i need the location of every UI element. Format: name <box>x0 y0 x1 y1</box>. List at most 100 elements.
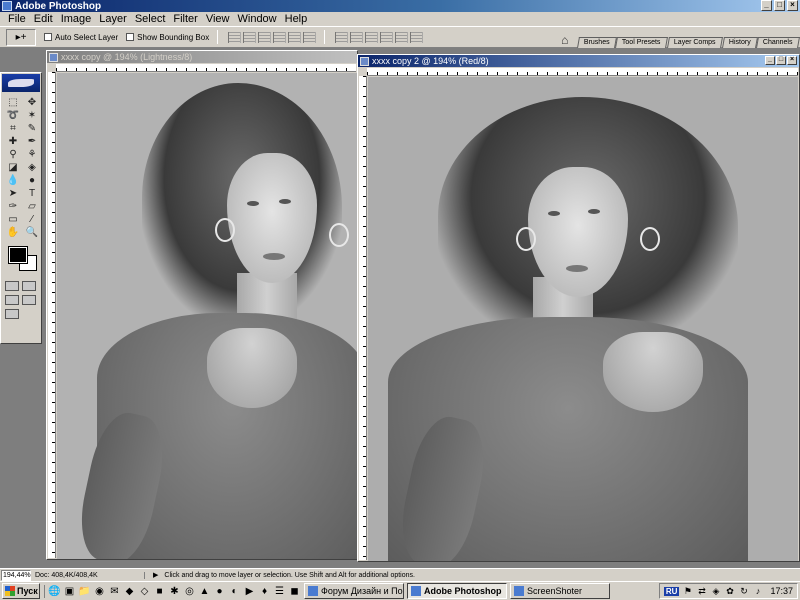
doc-maximize-button[interactable]: □ <box>776 56 786 65</box>
horizontal-ruler[interactable] <box>367 68 798 76</box>
tab-history[interactable]: History <box>721 37 758 48</box>
paint-bucket-tool-icon[interactable]: ◈ <box>24 162 40 174</box>
image-canvas[interactable] <box>57 73 357 559</box>
task-screenshoter[interactable]: ScreenShoter <box>510 583 610 599</box>
menu-select[interactable]: Select <box>131 13 170 25</box>
menu-view[interactable]: View <box>202 13 234 25</box>
path-selection-tool-icon[interactable]: ➤ <box>5 188 21 200</box>
app-icon[interactable]: ▲ <box>198 585 211 598</box>
document-window-lightness[interactable]: xxxx copy @ 194% (Lightness/8) <box>46 50 358 560</box>
tab-channels[interactable]: Channels <box>756 37 800 48</box>
move-tool-icon[interactable]: ✥ <box>24 97 40 109</box>
app-icon[interactable]: ■ <box>153 585 166 598</box>
foreground-color-swatch[interactable] <box>8 246 28 264</box>
distribute-right-icon[interactable] <box>410 31 424 43</box>
align-hcenter-icon[interactable] <box>288 31 302 43</box>
crop-tool-icon[interactable]: ⌗ <box>5 123 21 135</box>
file-browser-icon[interactable]: ⌂ <box>556 33 574 48</box>
restore-button[interactable]: □ <box>774 0 785 11</box>
distribute-hcenter-icon[interactable] <box>395 31 409 43</box>
browser-icon[interactable]: 🌐 <box>48 585 61 598</box>
magic-wand-tool-icon[interactable]: ✶ <box>24 110 40 122</box>
distribute-left-icon[interactable] <box>380 31 394 43</box>
app-icon[interactable]: ◼ <box>288 585 301 598</box>
align-vcenter-icon[interactable] <box>243 31 257 43</box>
history-brush-tool-icon[interactable]: ⚘ <box>24 149 40 161</box>
tab-brushes[interactable]: Brushes <box>576 37 617 48</box>
align-left-icon[interactable] <box>273 31 287 43</box>
minimize-button[interactable]: _ <box>761 0 772 11</box>
app-icon[interactable]: ☰ <box>273 585 286 598</box>
distribute-bottom-icon[interactable] <box>365 31 379 43</box>
app-icon[interactable]: ◆ <box>123 585 136 598</box>
photoshop-feather-icon[interactable] <box>2 74 40 92</box>
vertical-ruler[interactable] <box>359 76 367 560</box>
pen-tool-icon[interactable]: ✑ <box>5 201 21 213</box>
menu-window[interactable]: Window <box>234 13 281 25</box>
update-icon[interactable]: ↻ <box>738 586 749 597</box>
menu-file[interactable]: File <box>4 13 30 25</box>
messenger-icon[interactable]: ✿ <box>724 586 735 597</box>
menu-layer[interactable]: Layer <box>95 13 131 25</box>
shape-tool-icon[interactable]: ▱ <box>24 201 40 213</box>
brush-tool-icon[interactable]: ✒ <box>24 136 40 148</box>
align-right-icon[interactable] <box>303 31 317 43</box>
tab-tool-presets[interactable]: Tool Presets <box>615 37 668 48</box>
show-bounding-box-checkbox[interactable]: Show Bounding Box <box>126 33 209 42</box>
volume-icon[interactable]: ♪ <box>752 586 763 597</box>
align-bottom-icon[interactable] <box>258 31 272 43</box>
app-icon[interactable]: ◐ <box>228 585 241 598</box>
zoom-level-field[interactable]: 194,44% <box>1 569 31 581</box>
hand-tool-icon[interactable]: ✋ <box>5 227 21 239</box>
standard-mode-button[interactable] <box>5 281 19 291</box>
desktop-icon[interactable]: ▣ <box>63 585 76 598</box>
jump-to-imageready-button[interactable] <box>5 309 19 319</box>
doc-minimize-button[interactable]: _ <box>765 56 775 65</box>
align-top-icon[interactable] <box>228 31 242 43</box>
doc-close-button[interactable]: × <box>787 56 797 65</box>
notes-tool-icon[interactable]: ▭ <box>5 214 21 226</box>
auto-select-layer-checkbox[interactable]: Auto Select Layer <box>44 33 118 42</box>
antivirus-icon[interactable]: ◈ <box>710 586 721 597</box>
tool-preset-picker[interactable]: ▸+ <box>6 28 36 46</box>
marquee-tool-icon[interactable]: ⬚ <box>5 97 21 109</box>
distribute-top-icon[interactable] <box>335 31 349 43</box>
slice-tool-icon[interactable]: ✎ <box>24 123 40 135</box>
task-forum[interactable]: Форум Дизайн и По... <box>304 583 404 599</box>
task-photoshop[interactable]: Adobe Photoshop <box>407 583 507 599</box>
image-canvas[interactable] <box>368 77 798 561</box>
menu-filter[interactable]: Filter <box>169 13 201 25</box>
menu-help[interactable]: Help <box>281 13 312 25</box>
tab-layer-comps[interactable]: Layer Comps <box>667 37 723 48</box>
folder-icon[interactable]: 📁 <box>78 585 91 598</box>
close-button[interactable]: × <box>787 0 798 11</box>
distribute-vcenter-icon[interactable] <box>350 31 364 43</box>
checkbox-box[interactable] <box>44 33 52 41</box>
lasso-tool-icon[interactable]: ➰ <box>5 110 21 122</box>
app-icon[interactable]: ▶ <box>243 585 256 598</box>
document-title-bar[interactable]: xxxx copy 2 @ 194% (Red/8) _ □ × <box>358 55 799 67</box>
dodge-tool-icon[interactable]: ● <box>24 175 40 187</box>
menu-image[interactable]: Image <box>57 13 96 25</box>
language-indicator[interactable]: RU <box>663 586 680 596</box>
network-icon[interactable]: ⇄ <box>696 586 707 597</box>
start-button[interactable]: Пуск <box>2 583 40 599</box>
healing-brush-tool-icon[interactable]: ✚ <box>5 136 21 148</box>
flag-icon[interactable]: ⚑ <box>682 586 693 597</box>
blur-tool-icon[interactable]: 💧 <box>5 175 21 187</box>
app-icon[interactable]: ♦ <box>258 585 271 598</box>
horizontal-ruler[interactable] <box>56 64 356 72</box>
mail-icon[interactable]: ✉ <box>108 585 121 598</box>
screen-mode-standard-button[interactable] <box>5 295 19 305</box>
type-tool-icon[interactable]: T <box>24 188 40 200</box>
app-icon[interactable]: ◇ <box>138 585 151 598</box>
clock[interactable]: 17:37 <box>770 586 793 596</box>
checkbox-box[interactable] <box>126 33 135 41</box>
eraser-tool-icon[interactable]: ◪ <box>5 162 21 174</box>
menu-edit[interactable]: Edit <box>30 13 57 25</box>
screen-mode-full-button[interactable] <box>22 295 36 305</box>
media-icon[interactable]: ◉ <box>93 585 106 598</box>
quick-mask-button[interactable] <box>22 281 36 291</box>
app-icon[interactable]: ✱ <box>168 585 181 598</box>
vertical-ruler[interactable] <box>48 72 56 558</box>
